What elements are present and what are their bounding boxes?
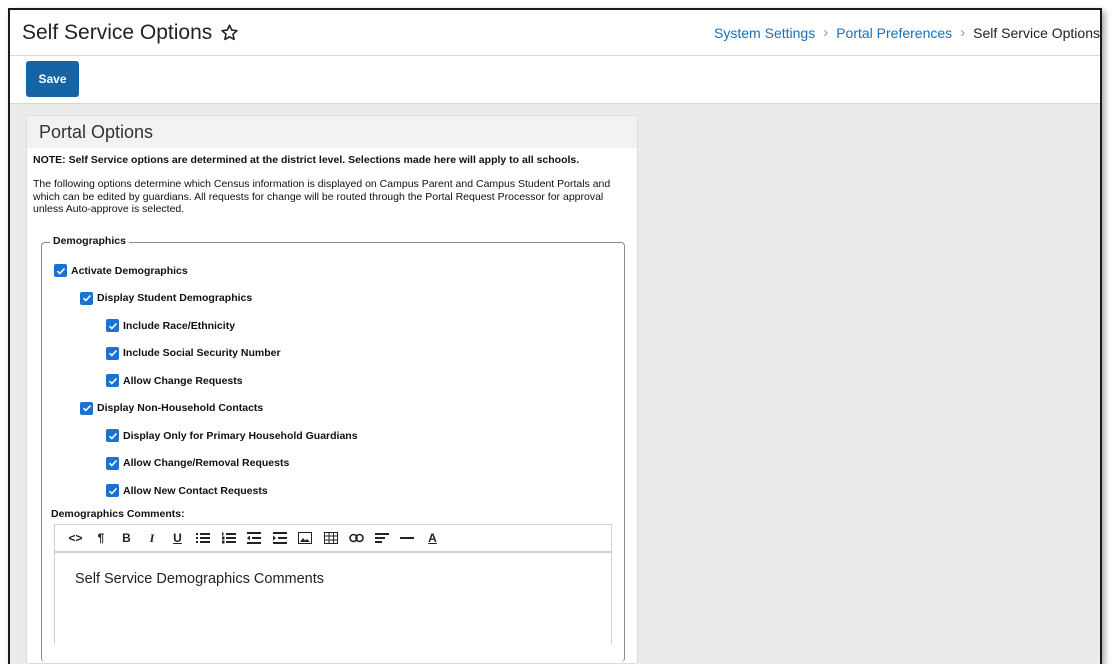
outdent-icon[interactable] xyxy=(242,527,267,549)
checkbox-checked-icon[interactable] xyxy=(106,484,119,498)
chevron-right-icon: › xyxy=(823,24,829,41)
checkbox-allow-new-contact-requests[interactable]: Allow New Contact Requests xyxy=(54,477,612,505)
checkbox-primary-household-guardians[interactable]: Display Only for Primary Household Guard… xyxy=(54,422,612,450)
breadcrumb: System Settings › Portal Preferences › S… xyxy=(714,24,1100,41)
checkbox-checked-icon[interactable] xyxy=(106,374,119,388)
action-toolbar: Save xyxy=(10,56,1100,104)
checkbox-checked-icon[interactable] xyxy=(80,291,93,305)
italic-icon[interactable]: I xyxy=(140,527,165,549)
checkbox-label: Allow New Contact Requests xyxy=(123,484,268,497)
bold-icon[interactable]: B xyxy=(114,527,139,549)
comments-editor: <> ¶ B I U A Self Service Demographics C… xyxy=(54,524,612,645)
description-text: The following options determine which Ce… xyxy=(33,178,611,216)
chevron-right-icon: › xyxy=(960,24,966,41)
indent-icon[interactable] xyxy=(267,527,292,549)
star-icon[interactable] xyxy=(220,23,239,42)
checkbox-display-student-demographics[interactable]: Display Student Demographics xyxy=(54,284,612,312)
checkbox-label: Include Race/Ethnicity xyxy=(123,319,236,332)
code-view-icon[interactable]: <> xyxy=(63,527,88,549)
checkbox-label: Include Social Security Number xyxy=(123,347,281,360)
checkbox-include-race-ethnicity[interactable]: Include Race/Ethnicity xyxy=(54,312,612,340)
portal-options-panel: Portal Options NOTE: Self Service option… xyxy=(26,115,638,664)
bulleted-list-icon[interactable] xyxy=(191,527,216,549)
page-title-text: Self Service Options xyxy=(22,20,213,44)
checkbox-activate-demographics[interactable]: Activate Demographics xyxy=(54,257,612,285)
checkbox-display-non-household-contacts[interactable]: Display Non-Household Contacts xyxy=(54,394,612,422)
paragraph-icon[interactable]: ¶ xyxy=(89,527,114,549)
horizontal-rule-icon[interactable] xyxy=(395,527,420,549)
font-color-icon[interactable]: A xyxy=(420,527,445,549)
comments-editor-content[interactable]: Self Service Demographics Comments xyxy=(55,553,611,605)
save-button[interactable]: Save xyxy=(26,61,79,97)
title-bar: Self Service Options System Settings › P… xyxy=(10,10,1100,56)
checkbox-checked-icon[interactable] xyxy=(106,319,119,333)
checkbox-checked-icon[interactable] xyxy=(54,264,67,278)
checkbox-include-ssn[interactable]: Include Social Security Number xyxy=(54,339,612,367)
checkbox-label: Allow Change Requests xyxy=(123,374,243,387)
demographics-legend: Demographics xyxy=(50,234,129,247)
panel-title: Portal Options xyxy=(27,116,637,148)
link-icon[interactable] xyxy=(344,527,369,549)
checkbox-label: Display Non-Household Contacts xyxy=(97,402,264,415)
checkbox-label: Display Student Demographics xyxy=(97,292,253,305)
checkbox-checked-icon[interactable] xyxy=(80,401,93,415)
checkbox-checked-icon[interactable] xyxy=(106,429,119,443)
comments-label: Demographics Comments: xyxy=(51,508,185,521)
checkbox-checked-icon[interactable] xyxy=(106,346,119,360)
checkbox-allow-change-removal-requests[interactable]: Allow Change/Removal Requests xyxy=(54,449,612,477)
breadcrumb-current: Self Service Options xyxy=(973,24,1100,41)
breadcrumb-portal-preferences[interactable]: Portal Preferences xyxy=(836,25,952,41)
align-left-icon[interactable] xyxy=(369,527,394,549)
numbered-list-icon[interactable] xyxy=(216,527,241,549)
district-note: NOTE: Self Service options are determine… xyxy=(33,154,580,166)
checkbox-checked-icon[interactable] xyxy=(106,456,119,470)
checkbox-label: Allow Change/Removal Requests xyxy=(123,457,290,470)
editor-toolbar: <> ¶ B I U A xyxy=(55,525,611,554)
checkbox-allow-change-requests[interactable]: Allow Change Requests xyxy=(54,367,612,395)
breadcrumb-system-settings[interactable]: System Settings xyxy=(714,25,815,41)
checkbox-label: Display Only for Primary Household Guard… xyxy=(123,429,358,442)
demographics-fieldset: Demographics Activate Demographics Displ… xyxy=(41,234,625,662)
image-icon[interactable] xyxy=(293,527,318,549)
underline-icon[interactable]: U xyxy=(165,527,190,549)
page-title: Self Service Options xyxy=(22,21,239,45)
table-icon[interactable] xyxy=(318,527,343,549)
checkbox-label: Activate Demographics xyxy=(71,264,188,277)
app-window: Self Service Options System Settings › P… xyxy=(8,8,1102,664)
